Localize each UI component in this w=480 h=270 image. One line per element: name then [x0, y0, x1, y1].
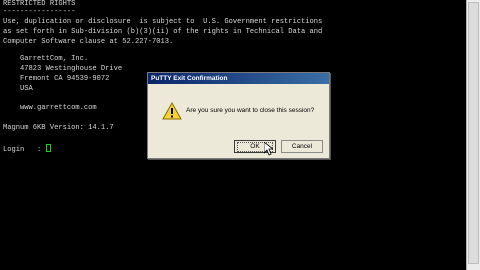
cancel-button[interactable]: Cancel [281, 140, 323, 153]
exit-confirmation-dialog: PuTTY Exit Confirmation Are you sure you… [147, 72, 330, 159]
terminal-line: as set forth in Sub-division (b)(3)(ii) … [3, 28, 323, 36]
terminal-line: GarrettCom, Inc. [3, 55, 89, 63]
terminal-line: www.garrettcom.com [3, 104, 97, 112]
terminal-line: Magnum 6KB Version: 14.1.7 [3, 124, 114, 132]
terminal-line: 47823 Westinghouse Drive [3, 65, 123, 73]
terminal-line: ----------------- [3, 8, 76, 16]
warning-icon [162, 102, 182, 120]
terminal-cursor [45, 144, 51, 152]
terminal-scrollbar[interactable] [466, 0, 480, 270]
dialog-title: PuTTY Exit Confirmation [148, 73, 329, 84]
terminal-line: USA [3, 85, 33, 93]
login-label: Login : [3, 146, 46, 154]
mouse-pointer-icon [264, 142, 273, 156]
dialog-message: Are you sure you want to close this sess… [186, 107, 315, 114]
terminal-line: Use, duplication or disclosure is subjec… [3, 18, 323, 26]
scrollbar-thumb[interactable] [468, 2, 479, 264]
login-prompt[interactable]: Login : [3, 144, 51, 156]
terminal-line: Fremont CA 94539-9072 [3, 75, 110, 83]
terminal-line: Computer Software clause at 52.227-7013. [3, 38, 174, 46]
